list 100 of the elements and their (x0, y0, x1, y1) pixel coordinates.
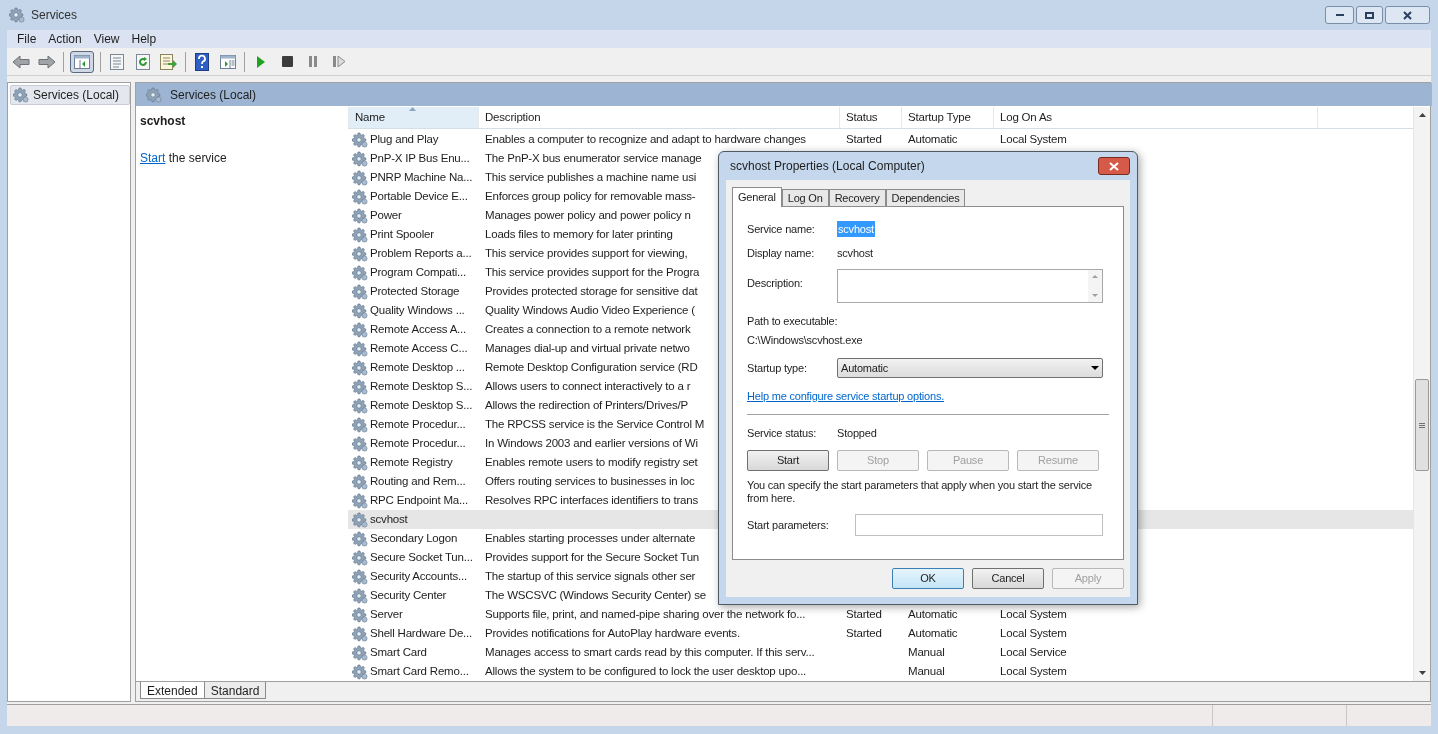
dialog-button[interactable]: OK (892, 568, 964, 589)
description-cell: Manages access to smart cards read by this computer. If this serv... (485, 645, 815, 658)
pause-icon[interactable] (308, 56, 318, 67)
gear-icon (352, 150, 368, 167)
minimize-button[interactable] (1325, 6, 1354, 24)
window-title: Services (31, 7, 77, 24)
startup-type-cell: Manual (908, 645, 945, 658)
startup-type-cell: Automatic (908, 607, 958, 620)
scroll-up-icon[interactable] (1418, 113, 1426, 117)
start-parameters-field[interactable] (855, 514, 1103, 536)
description-cell: Provides notifications for AutoPlay hardware events. (485, 626, 740, 639)
status-cell: Started (846, 132, 882, 145)
dialog-tab[interactable]: Log On (781, 189, 829, 206)
play-icon[interactable] (256, 55, 266, 68)
dialog-button[interactable]: Cancel (972, 568, 1044, 589)
description-cell: The startup of this service signals other ser (485, 569, 696, 582)
forward-arrow-icon[interactable] (38, 54, 56, 69)
stop-icon[interactable] (281, 56, 293, 67)
dialog-tab[interactable]: General (732, 187, 782, 207)
services-gear-icon (9, 7, 25, 23)
service-name-cell-text: Quality Windows ... (370, 302, 465, 318)
gear-icon (352, 644, 368, 661)
gear-icon (352, 169, 368, 186)
service-button[interactable]: Start (747, 450, 829, 471)
menu-item[interactable]: View (87, 30, 126, 48)
console-tree-icon[interactable] (74, 54, 90, 69)
gear-icon (352, 378, 368, 395)
menu-item[interactable]: File (11, 30, 43, 48)
startup-type-cell: Manual (908, 664, 945, 677)
display-name-value: scvhost (837, 245, 873, 261)
tree-item-label: Services (Local) (33, 87, 120, 104)
gear-icon (352, 207, 368, 224)
description-cell: This service provides support for viewing, (485, 246, 688, 259)
gear-icon (13, 87, 29, 103)
column-header[interactable]: Startup Type (902, 107, 994, 128)
column-header[interactable]: Name (348, 107, 479, 128)
column-header[interactable]: Description (479, 107, 840, 128)
description-cell: Manages dial-up and virtual private netwo (485, 341, 690, 354)
gear-icon (352, 530, 368, 547)
service-name-cell-text: Remote Procedur... (370, 416, 466, 432)
tree-item[interactable]: Services (Local) (10, 85, 130, 105)
start-service-text: Start the service (140, 150, 228, 167)
gear-icon (352, 606, 368, 623)
description-cell: Offers routing services to businesses in loc (485, 474, 695, 487)
startup-type-dropdown[interactable]: Automatic (837, 358, 1103, 378)
gear-icon (352, 131, 368, 148)
gear-icon (352, 473, 368, 490)
help-link[interactable]: Help me configure service startup options. (747, 388, 945, 405)
start-link[interactable]: Start (140, 151, 166, 165)
field-label: Start parameters: (747, 517, 830, 533)
gear-icon (352, 283, 368, 300)
gear-icon (352, 359, 368, 376)
log-on-as-cell: Local System (1000, 664, 1067, 677)
column-header[interactable]: Status (840, 107, 902, 128)
dialog-tab[interactable]: Dependencies (885, 189, 966, 206)
help-icon[interactable] (195, 52, 209, 71)
view-tab[interactable]: Standard (203, 682, 267, 699)
path-value: C:\Windows\scvhost.exe (747, 332, 864, 348)
description-cell: Resolves RPC interfaces identifiers to trans (485, 493, 698, 506)
description-cell: In Windows 2003 and earlier versions of Wi (485, 436, 698, 449)
service-name-cell-text: Program Compati... (370, 264, 467, 280)
gear-icon (352, 587, 368, 604)
close-button[interactable] (1098, 157, 1130, 175)
start-parameters-note: You can specify the start parameters that apply when you start the service from here. (747, 479, 1093, 505)
export-list-icon[interactable] (160, 53, 178, 70)
scrollbar-thumb[interactable] (1415, 379, 1429, 471)
field-label: Startup type: (747, 360, 808, 376)
gear-icon (352, 492, 368, 509)
startup-type-cell: Automatic (908, 132, 958, 145)
description-cell: Allows the system to be configured to lock the user desktop upo... (485, 664, 807, 677)
properties-icon[interactable] (110, 53, 124, 70)
column-header[interactable]: Log On As (994, 107, 1318, 128)
scroll-down-icon[interactable] (1418, 671, 1426, 675)
service-name-cell-text: PNRP Machine Na... (370, 169, 473, 185)
startup-type-cell: Automatic (908, 626, 958, 639)
gear-icon (352, 340, 368, 357)
service-name-cell-text: Remote Desktop S... (370, 378, 473, 394)
action-pane-icon[interactable] (220, 54, 236, 69)
resume-icon[interactable] (332, 56, 346, 67)
description-cell: Quality Windows Audio Video Experience ( (485, 303, 695, 316)
description-cell: Loads files to memory for later printing (485, 227, 673, 240)
service-name-cell-text: Power (370, 207, 402, 223)
close-button[interactable] (1385, 6, 1430, 24)
back-arrow-icon[interactable] (12, 54, 30, 69)
maximize-button[interactable] (1356, 6, 1383, 24)
service-name-value: scvhost (837, 220, 875, 238)
refresh-icon[interactable] (136, 53, 150, 70)
gear-icon (352, 568, 368, 585)
service-title: scvhost (140, 113, 187, 130)
field-label: Description: (747, 276, 804, 291)
description-cell: Allows users to connect interactively to a r (485, 379, 691, 392)
vertical-scrollbar[interactable] (1413, 107, 1430, 681)
menu-item[interactable]: Help (125, 30, 163, 48)
gear-icon (352, 245, 368, 262)
service-name-cell-text: Problem Reports a... (370, 245, 472, 261)
description-cell: Enables a computer to recognize and adapt to hardware changes (485, 132, 806, 145)
dialog-tab[interactable]: Recovery (828, 189, 886, 206)
menu-item[interactable]: Action (42, 30, 88, 48)
gear-icon (352, 321, 368, 338)
view-tab[interactable]: Extended (140, 682, 205, 699)
